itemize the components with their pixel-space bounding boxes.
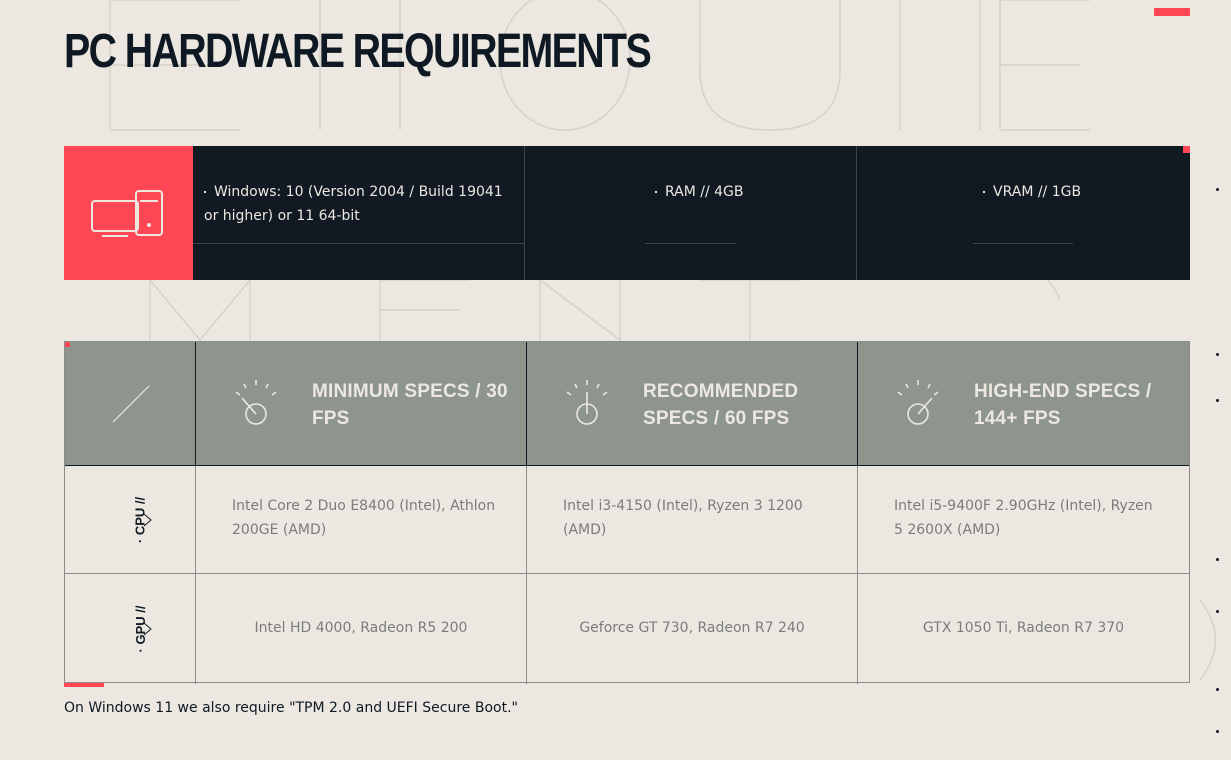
cpu-recommended: Intel i3-4150 (Intel), Ryzen 3 1200 (AMD… <box>563 498 803 538</box>
gpu-high-end-cell: GTX 1050 Ti, Radeon R7 370 <box>858 574 1189 684</box>
side-dot <box>1216 688 1219 691</box>
side-dot <box>1216 730 1219 733</box>
system-requirements-row: Windows: 10 (Version 2004 / Build 19041 … <box>64 146 1190 280</box>
gauge-high-icon <box>897 380 939 425</box>
side-dot <box>1216 399 1219 402</box>
row-label-cell: · CPU // <box>65 466 196 573</box>
header-minimum-specs: MINIMUM SPECS / 30 FPS <box>196 342 527 466</box>
accent-bar-bottom <box>64 683 104 687</box>
page-title: PC HARDWARE REQUIREMENTS <box>64 25 652 78</box>
gauge-rec-icon <box>566 380 608 425</box>
gpu-minimum-cell: Intel HD 4000, Radeon R5 200 <box>196 574 527 684</box>
cpu-minimum: Intel Core 2 Duo E8400 (Intel), Athlon 2… <box>232 498 496 538</box>
divider <box>193 243 524 244</box>
accent-bar-top <box>1154 8 1190 16</box>
gpu-recommended-cell: Geforce GT 730, Radeon R7 240 <box>527 574 858 684</box>
side-dot <box>1216 558 1219 561</box>
gpu-minimum: Intel HD 4000, Radeon R5 200 <box>254 620 468 636</box>
slash-icon <box>112 385 150 423</box>
minimum-specs-title: MINIMUM SPECS / 30 FPS <box>312 381 508 429</box>
cpu-high-end: Intel i5-9400F 2.90GHz (Intel), Ryzen 5 … <box>894 498 1153 538</box>
computer-icon-cell <box>64 146 193 280</box>
gauge-min-icon <box>235 380 277 425</box>
specs-table: MINIMUM SPECS / 30 FPS RECOMMENDED SPECS… <box>64 341 1190 684</box>
gpu-recommended: Geforce GT 730, Radeon R7 240 <box>579 620 805 636</box>
gpu-high-end: GTX 1050 Ti, Radeon R7 370 <box>922 620 1125 636</box>
corner-accent <box>65 342 70 347</box>
side-dot <box>1216 188 1219 191</box>
table-row-cpu: · CPU // Intel Core 2 Duo E8400 (Intel),… <box>65 466 1189 574</box>
divider <box>645 243 736 244</box>
ram-requirement: RAM // 4GB <box>655 180 744 204</box>
side-dot <box>1216 610 1219 613</box>
cpu-minimum-cell: Intel Core 2 Duo E8400 (Intel), Athlon 2… <box>196 466 527 573</box>
os-requirement-cell: Windows: 10 (Version 2004 / Build 19041 … <box>193 146 525 280</box>
table-row-gpu: · GPU // Intel HD 4000, Radeon R5 200 Ge… <box>65 574 1189 684</box>
ram-requirement-cell: RAM // 4GB <box>525 146 857 280</box>
ram-requirement-text: RAM // 4GB <box>665 184 744 200</box>
footnote: On Windows 11 we also require "TPM 2.0 a… <box>64 700 518 716</box>
divider <box>973 243 1073 244</box>
vram-requirement: VRAM // 1GB <box>983 180 1081 204</box>
recommended-specs-title: RECOMMENDED SPECS / 60 FPS <box>643 381 799 429</box>
chevron-right-icon <box>143 622 152 636</box>
os-requirement-text: Windows: 10 (Version 2004 / Build 19041 … <box>204 184 503 224</box>
vram-requirement-cell: VRAM // 1GB <box>857 146 1190 280</box>
header-high-end-specs: HIGH-END SPECS / 144+ FPS <box>858 342 1189 466</box>
os-requirement: Windows: 10 (Version 2004 / Build 19041 … <box>204 180 514 228</box>
high-end-specs-title: HIGH-END SPECS / 144+ FPS <box>974 381 1152 429</box>
cpu-recommended-cell: Intel i3-4150 (Intel), Ryzen 3 1200 (AMD… <box>527 466 858 573</box>
cpu-high-end-cell: Intel i5-9400F 2.90GHz (Intel), Ryzen 5 … <box>858 466 1189 573</box>
chevron-right-icon <box>143 513 152 526</box>
computer-icon <box>90 190 163 237</box>
side-dot <box>1216 353 1219 356</box>
header-recommended-specs: RECOMMENDED SPECS / 60 FPS <box>527 342 858 466</box>
row-label-cell: · GPU // <box>65 574 196 684</box>
header-corner-cell <box>65 342 196 466</box>
vram-requirement-text: VRAM // 1GB <box>993 184 1082 200</box>
corner-accent <box>1183 146 1190 153</box>
